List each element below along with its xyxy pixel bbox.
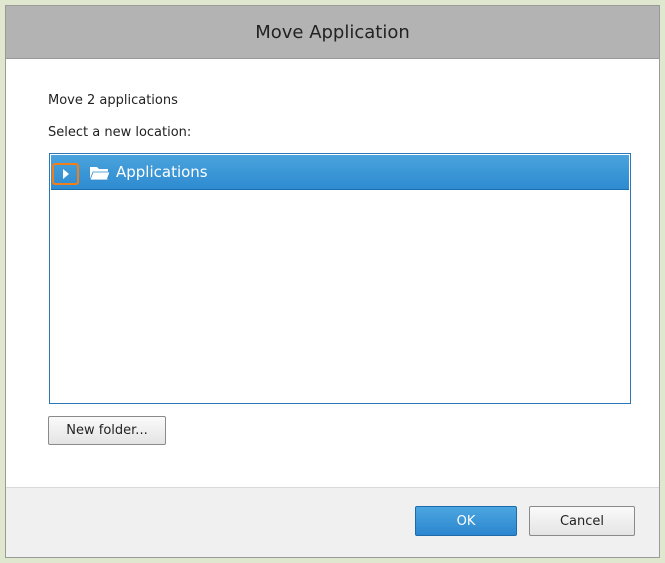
tree-item-applications[interactable]: Applications [51,155,629,190]
expand-arrow-icon[interactable] [52,163,79,185]
location-tree[interactable]: Applications [49,153,631,404]
cancel-button[interactable]: Cancel [529,506,635,536]
move-count-label: Move 2 applications [48,93,178,108]
select-location-label: Select a new location: [48,125,192,140]
move-application-dialog: Move Application Move 2 applications Sel… [5,5,660,558]
dialog-title: Move Application [6,6,659,59]
ok-button[interactable]: OK [415,506,517,536]
tree-item-label: Applications [116,163,208,181]
new-folder-button[interactable]: New folder... [48,416,166,445]
folder-icon [89,165,111,185]
